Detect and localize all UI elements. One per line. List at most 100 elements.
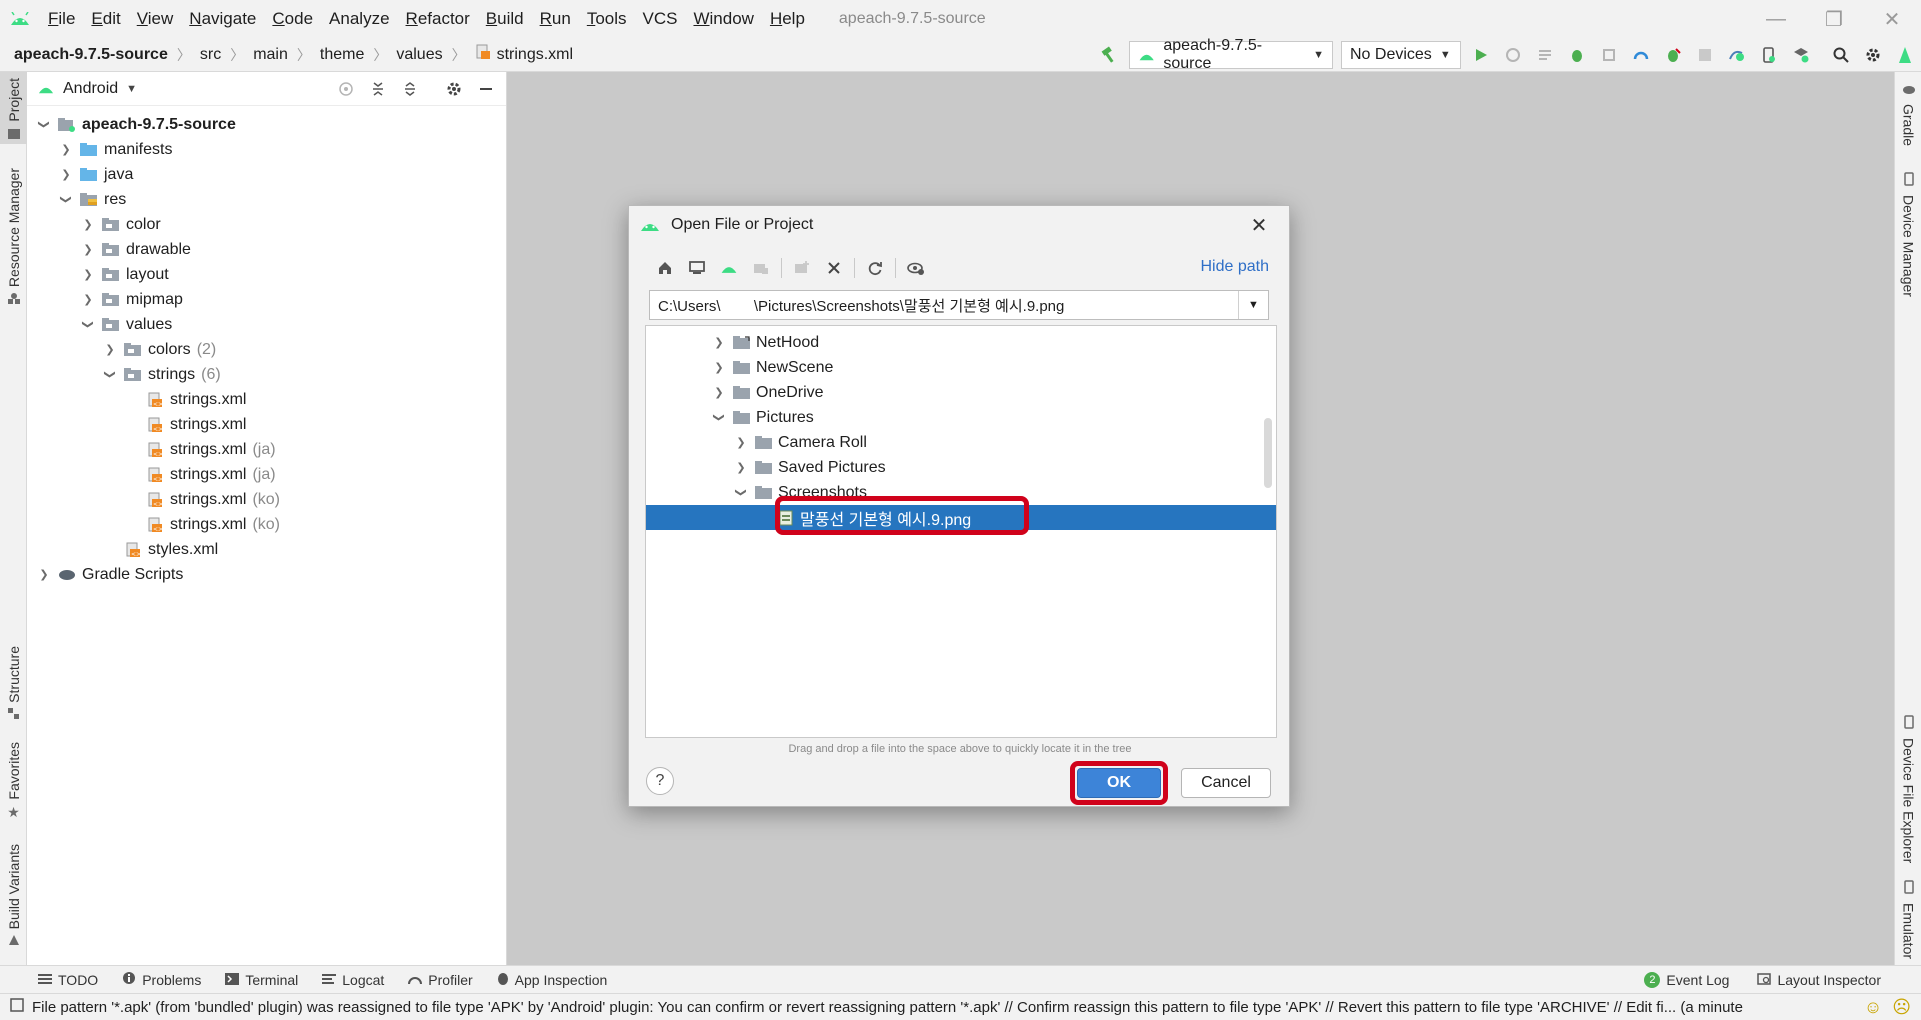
path-input[interactable] — [650, 296, 1235, 314]
tab-event-log[interactable]: 2 Event Log — [1644, 972, 1729, 988]
ok-button[interactable]: OK — [1077, 768, 1161, 798]
tab-todo[interactable]: TODO — [38, 972, 98, 988]
menu-build[interactable]: Build — [478, 9, 532, 29]
menu-window[interactable]: Window — [685, 9, 761, 29]
menu-file[interactable]: File — [40, 9, 83, 29]
tree-item[interactable]: ❯ apeach-9.7.5-source — [27, 112, 506, 137]
run-icon[interactable] — [1465, 38, 1497, 72]
tab-logcat[interactable]: Logcat — [322, 972, 384, 988]
stop-icon[interactable] — [1689, 38, 1721, 72]
tree-item[interactable]: ❯ strings (6) — [27, 362, 506, 387]
breadcrumb-theme[interactable]: theme — [320, 46, 364, 64]
tree-item[interactable]: ❯ mipmap — [27, 287, 506, 312]
tab-build-variants[interactable]: Build Variants — [0, 844, 27, 954]
breadcrumb-src[interactable]: src — [200, 46, 221, 64]
tree-item[interactable]: <> strings.xml (ko) — [27, 512, 506, 537]
project-view-selector[interactable]: Android — [63, 80, 118, 98]
new-folder-icon[interactable] — [786, 254, 818, 282]
sync-gradle-icon[interactable] — [1721, 38, 1753, 72]
collapse-all-icon[interactable] — [396, 75, 424, 103]
chevron-down-icon[interactable]: ❯ — [82, 316, 95, 334]
breadcrumb-file[interactable]: strings.xml — [475, 44, 573, 65]
tab-problems[interactable]: Problems — [122, 971, 201, 988]
chevron-right-icon[interactable]: ❯ — [79, 243, 97, 256]
chevron-down-icon[interactable]: ❯ — [735, 484, 748, 502]
file-tree-item[interactable]: ❯ Saved Pictures — [646, 455, 1276, 480]
tree-item[interactable]: <> strings.xml — [27, 387, 506, 412]
tree-item[interactable]: <> styles.xml — [27, 537, 506, 562]
menu-edit[interactable]: Edit — [83, 9, 128, 29]
smiley-icon[interactable]: ☺ — [1864, 997, 1882, 1018]
chevron-down-icon[interactable]: ❯ — [104, 366, 117, 384]
device-manager-icon[interactable] — [1753, 38, 1785, 72]
hide-panel-icon[interactable] — [472, 75, 500, 103]
cancel-button[interactable]: Cancel — [1181, 768, 1271, 798]
hide-path-link[interactable]: Hide path — [1201, 258, 1270, 276]
apply-changes-icon[interactable] — [1497, 38, 1529, 72]
run-config-dropdown[interactable]: apeach-9.7.5-source ▼ — [1129, 37, 1333, 72]
tree-item[interactable]: ❯ drawable — [27, 237, 506, 262]
breadcrumb-values[interactable]: values — [396, 46, 442, 64]
tab-emulator[interactable]: Emulator — [1895, 880, 1921, 965]
chevron-right-icon[interactable]: ❯ — [710, 386, 728, 399]
tree-item[interactable]: ❯ layout — [27, 262, 506, 287]
android-studio-update-icon[interactable] — [1889, 38, 1921, 72]
hammer-build-icon[interactable] — [1093, 38, 1125, 72]
expand-all-icon[interactable] — [364, 75, 392, 103]
file-tree-item[interactable]: ❯ Camera Roll — [646, 430, 1276, 455]
chevron-right-icon[interactable]: ❯ — [79, 293, 97, 306]
chevron-right-icon[interactable]: ❯ — [101, 343, 119, 356]
menu-refactor[interactable]: Refactor — [398, 9, 478, 29]
status-message[interactable]: File pattern '*.apk' (from 'bundled' plu… — [32, 999, 1852, 1016]
tree-item[interactable]: ❯ res — [27, 187, 506, 212]
tab-favorites[interactable]: Favorites ★ — [0, 742, 27, 832]
chevron-right-icon[interactable]: ❯ — [57, 168, 75, 181]
chevron-right-icon[interactable]: ❯ — [732, 461, 750, 474]
restore-button[interactable]: ❐ — [1805, 0, 1863, 38]
tree-item[interactable]: <> strings.xml (ko) — [27, 487, 506, 512]
help-button[interactable]: ? — [646, 767, 674, 795]
tree-item[interactable]: ❯ java — [27, 162, 506, 187]
module-directory-icon[interactable] — [745, 254, 777, 282]
menu-vcs[interactable]: VCS — [635, 9, 686, 29]
chevron-right-icon[interactable]: ❯ — [57, 143, 75, 156]
tab-project[interactable]: Project — [0, 72, 27, 144]
path-history-dropdown[interactable]: ▼ — [1238, 291, 1268, 319]
chevron-right-icon[interactable]: ❯ — [79, 218, 97, 231]
breadcrumb-root[interactable]: apeach-9.7.5-source — [14, 46, 168, 64]
tree-item[interactable]: ❯ Gradle Scripts — [27, 562, 506, 587]
close-icon[interactable]: ✕ — [1245, 211, 1273, 239]
chevron-down-icon[interactable]: ❯ — [38, 116, 51, 134]
tree-item[interactable]: <> strings.xml (ja) — [27, 437, 506, 462]
menu-analyze[interactable]: Analyze — [321, 9, 397, 29]
refresh-icon[interactable] — [859, 254, 891, 282]
tab-profiler[interactable]: Profiler — [408, 972, 473, 988]
device-dropdown[interactable]: No Devices ▼ — [1341, 41, 1461, 69]
settings-gear-icon[interactable] — [440, 75, 468, 103]
chevron-right-icon[interactable]: ❯ — [710, 336, 728, 349]
menu-tools[interactable]: Tools — [579, 9, 635, 29]
sdk-manager-icon[interactable] — [1785, 38, 1817, 72]
settings-gear-icon[interactable] — [1857, 38, 1889, 72]
search-icon[interactable] — [1825, 38, 1857, 72]
breadcrumb-main[interactable]: main — [253, 46, 288, 64]
chevron-right-icon[interactable]: ❯ — [35, 568, 53, 581]
tab-app-inspection[interactable]: App Inspection — [497, 971, 607, 988]
show-hidden-files-icon[interactable] — [900, 254, 932, 282]
menu-run[interactable]: Run — [532, 9, 579, 29]
close-window-button[interactable]: ✕ — [1863, 0, 1921, 38]
status-toggle-icon[interactable] — [10, 998, 24, 1016]
profile-icon[interactable] — [1625, 38, 1657, 72]
chevron-down-icon[interactable]: ▼ — [126, 83, 137, 95]
delete-icon[interactable] — [818, 254, 850, 282]
menu-navigate[interactable]: Navigate — [181, 9, 264, 29]
chevron-right-icon[interactable]: ❯ — [732, 436, 750, 449]
debug-icon[interactable] — [1561, 38, 1593, 72]
tab-layout-inspector[interactable]: Layout Inspector — [1757, 972, 1881, 988]
tree-item[interactable]: ❯ manifests — [27, 137, 506, 162]
menu-help[interactable]: Help — [762, 9, 813, 29]
tree-item[interactable]: ❯ color — [27, 212, 506, 237]
home-icon[interactable] — [649, 254, 681, 282]
tree-item[interactable]: ❯ values — [27, 312, 506, 337]
tab-device-manager[interactable]: Device Manager — [1895, 172, 1921, 312]
